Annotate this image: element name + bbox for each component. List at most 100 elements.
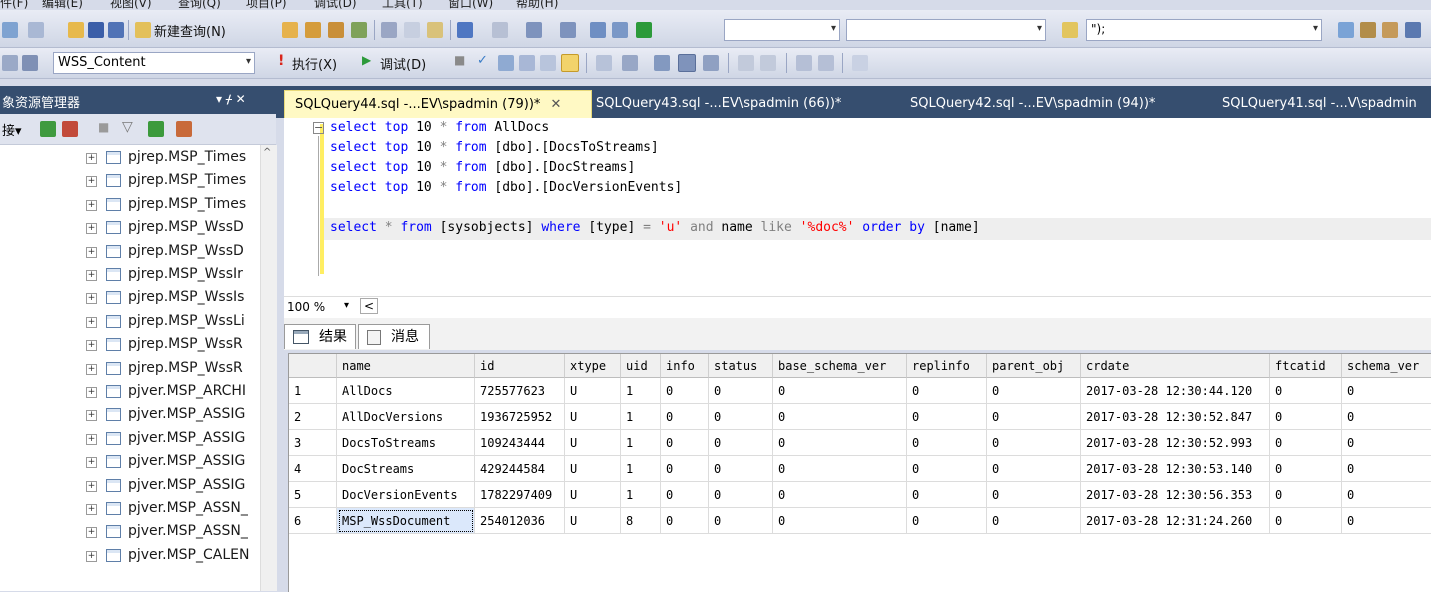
- tree-item[interactable]: + pjver.MSP_ASSN_: [0, 496, 260, 521]
- include-actual-plan-icon[interactable]: [596, 55, 612, 71]
- redo-icon[interactable]: [492, 22, 508, 38]
- tree-item[interactable]: + pjver.MSP_ASSN_: [0, 519, 260, 544]
- grid-cell[interactable]: U: [565, 404, 621, 430]
- column-header[interactable]: schema_ver: [1342, 354, 1431, 378]
- grid-cell[interactable]: DocVersionEvents: [337, 482, 475, 508]
- tab-messages[interactable]: 消息: [358, 324, 430, 349]
- row-number[interactable]: 4: [289, 456, 337, 482]
- copy-icon[interactable]: [404, 22, 420, 38]
- grid-cell[interactable]: 0: [661, 404, 709, 430]
- tree-item[interactable]: + pjrep.MSP_WssLi: [0, 309, 260, 334]
- grid-cell[interactable]: 1: [621, 404, 661, 430]
- code-line[interactable]: select top 10 * from [dbo].[DocVersionEv…: [330, 180, 682, 195]
- grid-cell[interactable]: 0: [661, 482, 709, 508]
- expand-icon[interactable]: +: [86, 223, 97, 235]
- undo-icon[interactable]: [457, 22, 473, 38]
- query-options-icon[interactable]: [540, 55, 556, 71]
- grid-cell[interactable]: AllDocVersions: [337, 404, 475, 430]
- expand-icon[interactable]: +: [86, 199, 97, 211]
- collapse-region-icon[interactable]: −: [313, 122, 324, 134]
- grid-cell[interactable]: 0: [709, 482, 773, 508]
- grid-cell[interactable]: 0: [1270, 404, 1342, 430]
- expand-icon[interactable]: +: [86, 480, 97, 492]
- code-line[interactable]: select * from [sysobjects] where [type] …: [330, 220, 980, 235]
- grid-cell[interactable]: 0: [773, 404, 907, 430]
- grid-cell[interactable]: U: [565, 430, 621, 456]
- menu-item[interactable]: 工具(T): [382, 0, 423, 10]
- column-header[interactable]: crdate: [1081, 354, 1270, 378]
- specify-values-icon[interactable]: [852, 55, 868, 71]
- solution-explorer-icon[interactable]: [1338, 22, 1354, 38]
- debug-play-icon[interactable]: ▶: [362, 53, 371, 67]
- grid-cell[interactable]: U: [565, 508, 621, 534]
- row-number[interactable]: 2: [289, 404, 337, 430]
- tab-results[interactable]: 结果: [284, 324, 356, 349]
- zoom-level[interactable]: 100 %: [287, 300, 325, 314]
- grid-cell[interactable]: 0: [907, 482, 987, 508]
- column-header[interactable]: replinfo: [907, 354, 987, 378]
- row-number[interactable]: 6: [289, 508, 337, 534]
- tree-item[interactable]: + pjrep.MSP_WssIs: [0, 285, 260, 310]
- navigate-forward-icon[interactable]: [560, 22, 576, 38]
- uncomment-lines-icon[interactable]: [760, 55, 776, 71]
- expand-icon[interactable]: +: [86, 176, 97, 188]
- grid-cell[interactable]: 2017-03-28 12:31:24.260: [1081, 508, 1270, 534]
- zoom-dropdown-icon[interactable]: ▾: [344, 300, 349, 311]
- grid-cell[interactable]: 1: [621, 482, 661, 508]
- execute-button[interactable]: 执行(X): [292, 54, 337, 73]
- tab-query-4[interactable]: SQLQuery41.sql -...V\spadmin: [1212, 90, 1431, 118]
- grid-cell[interactable]: 0: [1342, 430, 1431, 456]
- grid-cell[interactable]: 0: [987, 430, 1081, 456]
- xmla-query-icon[interactable]: [351, 22, 367, 38]
- activity-monitor-icon[interactable]: [612, 22, 628, 38]
- grid-cell[interactable]: MSP_WssDocument: [337, 508, 475, 534]
- grid-cell[interactable]: 0: [1270, 482, 1342, 508]
- tab-query-3[interactable]: SQLQuery42.sql -...EV\spadmin (94))*: [900, 90, 1210, 118]
- connect-object-explorer-icon[interactable]: [40, 121, 56, 137]
- parse-check-icon[interactable]: ✓: [477, 53, 488, 68]
- summary-icon[interactable]: [176, 121, 192, 137]
- add-item-icon[interactable]: [28, 22, 44, 38]
- results-to-file-icon[interactable]: [703, 55, 719, 71]
- tree-item[interactable]: + pjver.MSP_ASSIG: [0, 402, 260, 427]
- grid-cell[interactable]: 0: [1270, 378, 1342, 404]
- grid-cell[interactable]: 0: [773, 482, 907, 508]
- grid-cell[interactable]: U: [565, 378, 621, 404]
- object-explorer-scrollbar[interactable]: ^: [260, 145, 277, 591]
- grid-cell[interactable]: 0: [1270, 508, 1342, 534]
- row-number[interactable]: 3: [289, 430, 337, 456]
- cut-icon[interactable]: [381, 22, 397, 38]
- tree-item[interactable]: + pjver.MSP_CALEN: [0, 543, 260, 568]
- tree-item[interactable]: + pjrep.MSP_WssD: [0, 239, 260, 264]
- grid-cell[interactable]: 0: [709, 508, 773, 534]
- solution-platform-combo[interactable]: ▾: [846, 19, 1046, 41]
- expand-icon[interactable]: +: [86, 316, 97, 328]
- grid-cell[interactable]: 0: [773, 378, 907, 404]
- change-connection-icon[interactable]: [22, 55, 38, 71]
- grid-cell[interactable]: 0: [1342, 378, 1431, 404]
- expand-icon[interactable]: +: [86, 293, 97, 305]
- grid-cell[interactable]: 725577623: [475, 378, 565, 404]
- connect-dropdown[interactable]: 接▾: [2, 120, 22, 139]
- grid-cell[interactable]: 0: [907, 378, 987, 404]
- menu-item[interactable]: 视图(V): [110, 0, 152, 10]
- results-to-text-icon[interactable]: [654, 55, 670, 71]
- solution-config-combo[interactable]: ▾: [724, 19, 840, 41]
- grid-cell[interactable]: 254012036: [475, 508, 565, 534]
- object-explorer-icon[interactable]: [1405, 22, 1421, 38]
- debug-button[interactable]: 调试(D): [380, 54, 426, 73]
- tab-query-2[interactable]: SQLQuery43.sql -...EV\spadmin (66))*: [586, 90, 896, 118]
- row-number[interactable]: 5: [289, 482, 337, 508]
- new-file-icon[interactable]: [2, 22, 18, 38]
- new-query-icon[interactable]: [135, 22, 151, 38]
- grid-cell[interactable]: DocsToStreams: [337, 430, 475, 456]
- tree-item[interactable]: + pjrep.MSP_Times: [0, 168, 260, 193]
- menu-item[interactable]: 查询(Q): [178, 0, 221, 10]
- grid-cell[interactable]: 0: [907, 404, 987, 430]
- column-header[interactable]: name: [337, 354, 475, 378]
- column-header[interactable]: ftcatid: [1270, 354, 1342, 378]
- grid-cell[interactable]: 2017-03-28 12:30:52.993: [1081, 430, 1270, 456]
- grid-cell[interactable]: 0: [907, 430, 987, 456]
- database-engine-query-icon[interactable]: [282, 22, 298, 38]
- display-plan-icon[interactable]: [498, 55, 514, 71]
